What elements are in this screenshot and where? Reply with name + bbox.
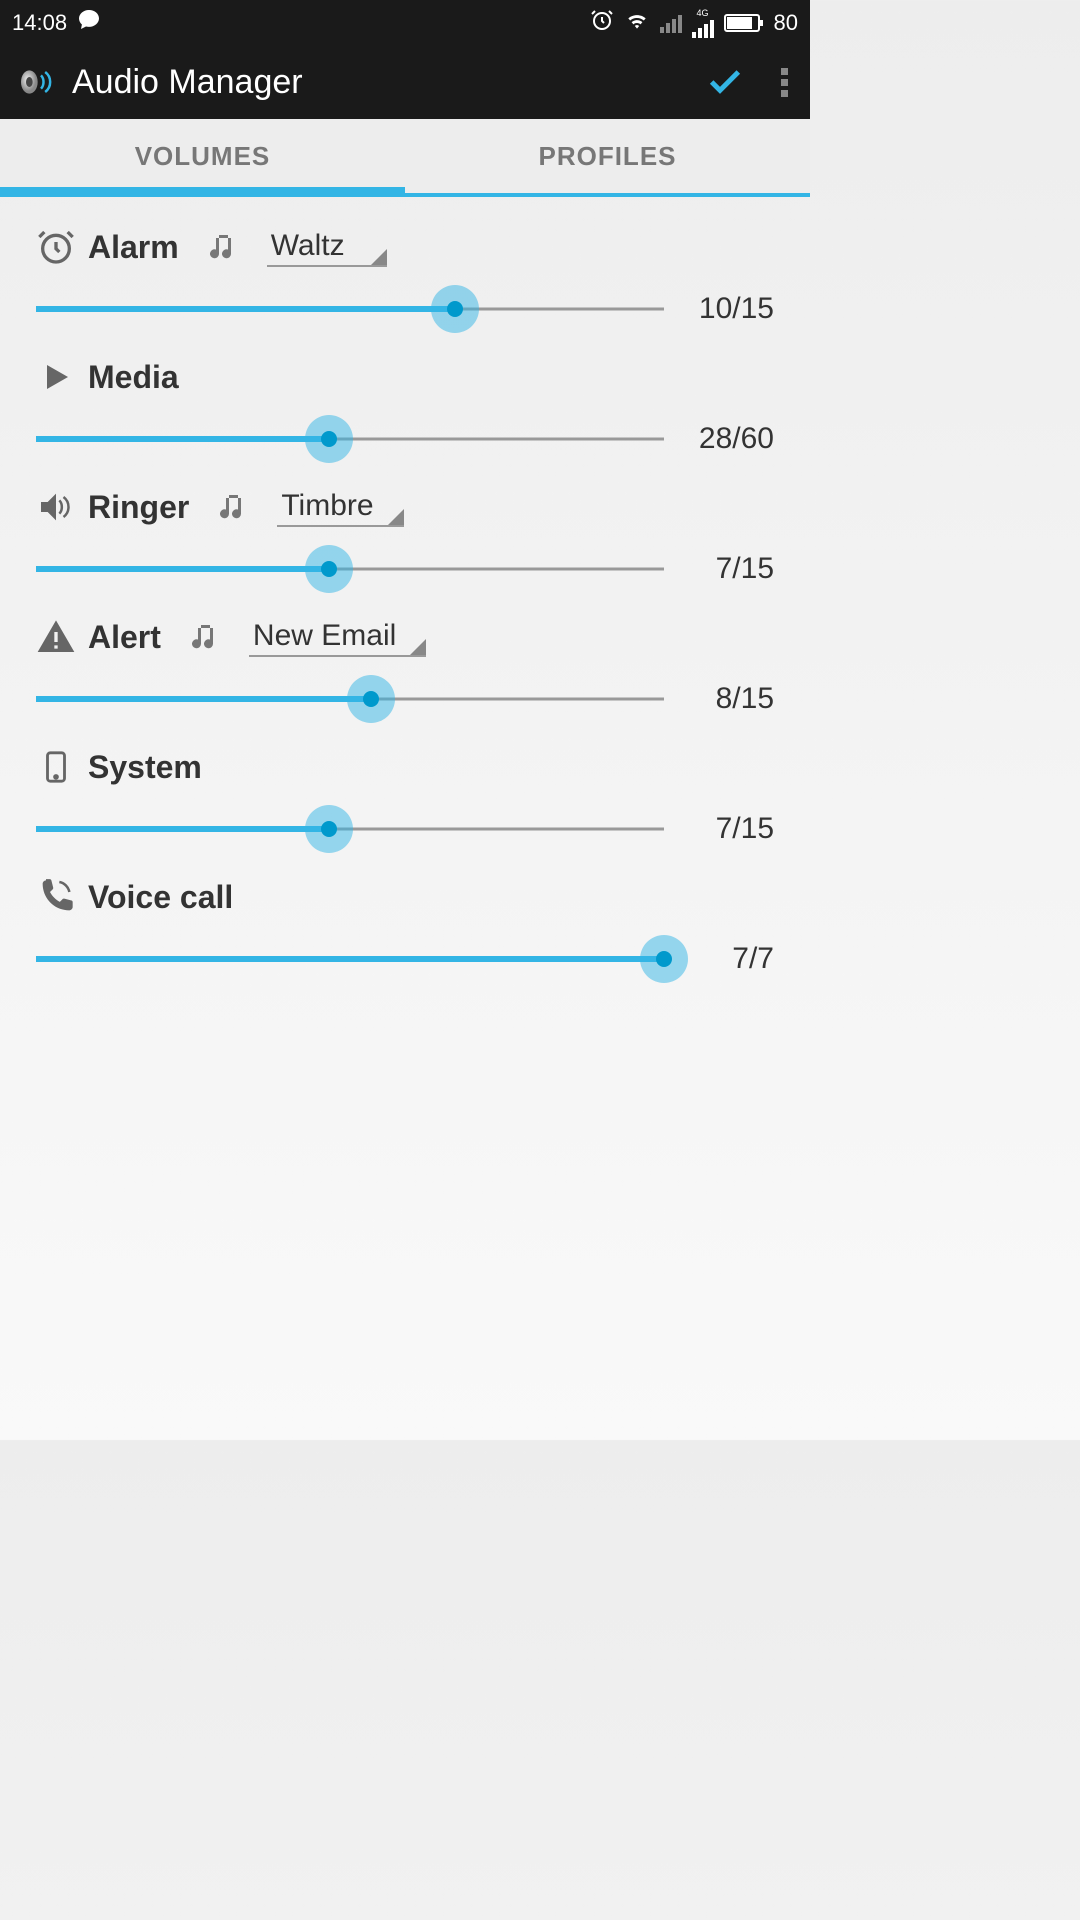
channel-label: Ringer [88,489,189,526]
channel-label: System [88,749,202,786]
tone-value: New Email [249,617,426,657]
phone-call-icon [36,877,76,917]
alarm-status-icon [590,8,614,38]
volume-value: 7/7 [684,942,774,976]
volume-value: 10/15 [684,292,774,326]
volume-value: 7/15 [684,552,774,586]
tab-profiles[interactable]: PROFILES [405,119,810,193]
dropdown-corner-icon [388,509,404,525]
tab-volumes-label: VOLUMES [135,141,271,172]
music-note-icon [187,617,227,657]
app-bar: Audio Manager [0,45,810,119]
phone-device-icon [36,747,76,787]
channel-voicecall: Voice call 7/7 [36,877,774,979]
overflow-menu-button[interactable] [781,68,788,97]
status-bar: 14:08 4G 80 [0,0,810,45]
channel-media: Media 28/60 [36,357,774,459]
volume-slider-alarm[interactable] [36,289,664,329]
alarm-clock-icon [36,227,76,267]
speaker-icon [36,487,76,527]
channel-label: Voice call [88,879,233,916]
dropdown-corner-icon [371,249,387,265]
volume-slider-ringer[interactable] [36,549,664,589]
volume-slider-voicecall[interactable] [36,939,664,979]
content-area: Alarm Waltz 10/15 Media 28/60 Ringer Timbre 7/1… [0,197,810,1037]
volume-slider-system[interactable] [36,809,664,849]
channel-label: Alarm [88,229,179,266]
battery-icon [724,14,760,32]
music-note-icon [205,227,245,267]
tone-selector-alert[interactable]: New Email [249,617,426,657]
channel-label: Alert [88,619,161,656]
tone-value: Timbre [277,487,403,527]
channel-system: System 7/15 [36,747,774,849]
tab-volumes[interactable]: VOLUMES [0,119,405,193]
tab-bar: VOLUMES PROFILES [0,119,810,197]
channel-alarm: Alarm Waltz 10/15 [36,227,774,329]
speaker-app-icon [16,62,56,102]
channel-ringer: Ringer Timbre 7/15 [36,487,774,589]
app-title: Audio Manager [72,63,689,102]
volume-slider-media[interactable] [36,419,664,459]
music-note-icon [215,487,255,527]
dropdown-corner-icon [410,639,426,655]
battery-level: 80 [774,10,798,36]
channel-alert: Alert New Email 8/15 [36,617,774,719]
signal-4g-icon: 4G [692,8,714,38]
wifi-icon [624,7,650,39]
volume-value: 28/60 [684,422,774,456]
volume-value: 7/15 [684,812,774,846]
confirm-button[interactable] [705,62,745,102]
tone-selector-ringer[interactable]: Timbre [277,487,403,527]
volume-slider-alert[interactable] [36,679,664,719]
status-time: 14:08 [12,10,67,36]
tone-selector-alarm[interactable]: Waltz [267,227,387,267]
channel-label: Media [88,359,179,396]
tab-profiles-label: PROFILES [538,141,676,172]
signal-weak-icon [660,13,682,33]
play-icon [36,357,76,397]
warning-icon [36,617,76,657]
tone-value: Waltz [267,227,387,267]
volume-value: 8/15 [684,682,774,716]
chat-notification-icon [77,8,101,38]
